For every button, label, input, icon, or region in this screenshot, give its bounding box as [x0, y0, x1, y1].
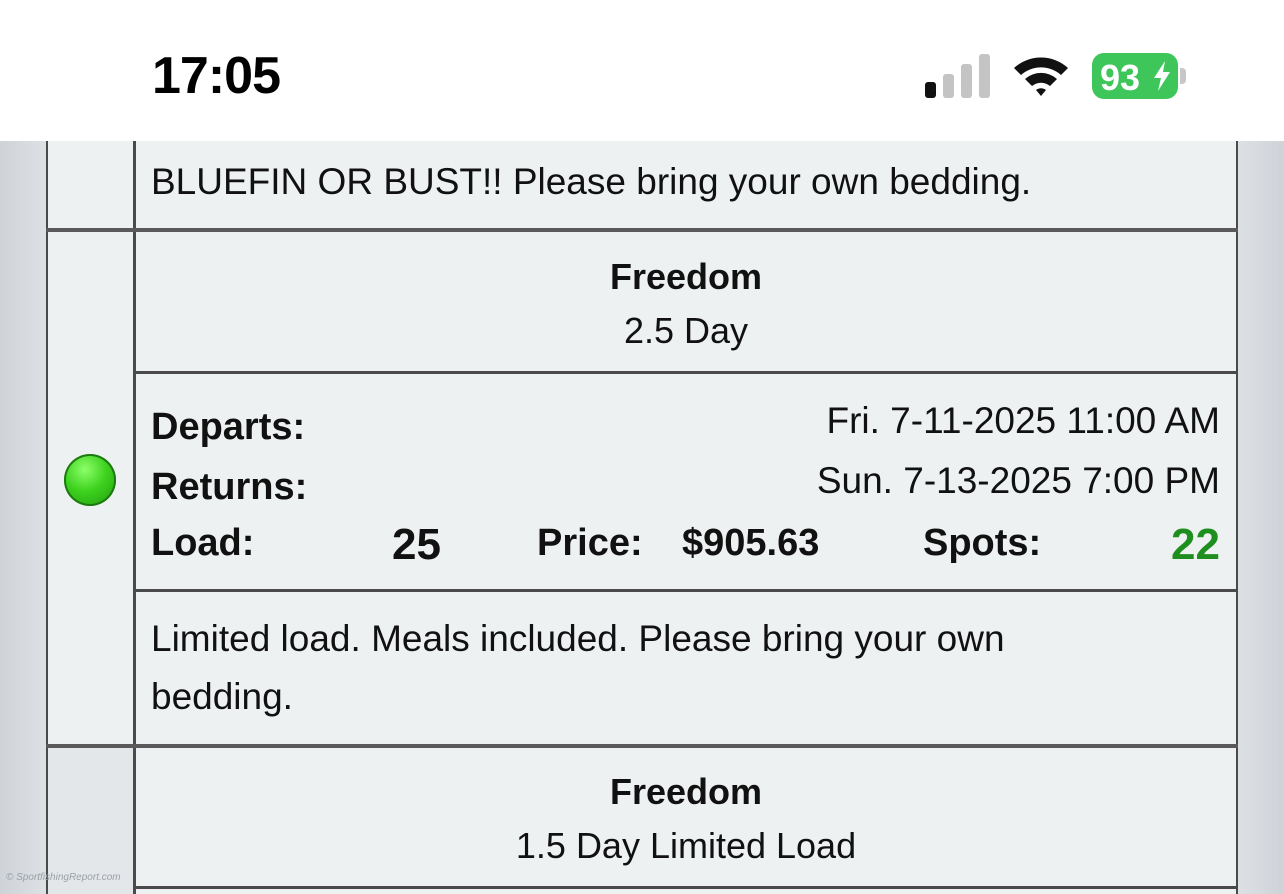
previous-trip-note-cell: BLUEFIN OR BUST!! Please bring your own …	[136, 141, 1236, 229]
battery-cap	[1180, 68, 1186, 84]
trip-table: BLUEFIN OR BUST!! Please bring your own …	[46, 141, 1238, 894]
next-boat-name: Freedom	[609, 771, 763, 812]
price-value: $905.63	[682, 522, 820, 564]
price-label: Price:	[537, 522, 643, 564]
row-divider	[46, 228, 1238, 232]
returns-value: Sun. 7-13-2025 7:00 PM	[816, 460, 1220, 501]
next-trip-type: 1.5 Day Limited Load	[515, 825, 857, 866]
battery-charging-icon: 93	[1092, 53, 1178, 99]
bolt-icon	[1154, 61, 1170, 91]
row-divider	[134, 886, 1238, 889]
trip-details-cell: Departs: Fri. 7-11-2025 11:00 AM Returns…	[136, 374, 1236, 589]
status-bar: 17:05 93	[0, 0, 1284, 141]
previous-trip-note: BLUEFIN OR BUST!! Please bring your own …	[151, 161, 1032, 202]
load-value: 25	[392, 520, 441, 569]
boat-name: Freedom	[609, 256, 763, 297]
trip-header-cell[interactable]: Freedom 2.5 Day	[136, 232, 1236, 371]
trip-note-cell: Limited load. Meals included. Please bri…	[136, 592, 1236, 744]
table-border	[1236, 141, 1238, 894]
row-divider	[134, 589, 1238, 592]
row-divider	[46, 744, 1238, 748]
battery-percent: 93	[1100, 57, 1141, 98]
column-divider	[133, 141, 136, 894]
row-divider	[134, 371, 1238, 374]
clock: 17:05	[152, 47, 281, 105]
watermark: © SportfishingReport.com	[6, 872, 121, 883]
next-trip-header-cell[interactable]: Freedom 1.5 Day Limited Load	[136, 747, 1236, 894]
trip-note: Limited load. Meals included. Please bri…	[151, 618, 1005, 717]
table-border	[46, 141, 48, 894]
green-status-dot-icon	[64, 454, 116, 506]
returns-label: Returns:	[151, 466, 308, 508]
wifi-icon	[1014, 57, 1068, 96]
spots-label: Spots:	[923, 522, 1042, 564]
load-label: Load:	[151, 522, 255, 564]
status-cell	[46, 141, 134, 229]
spots-value: 22	[1171, 520, 1220, 569]
departs-value: Fri. 7-11-2025 11:00 AM	[826, 400, 1220, 441]
trip-type: 2.5 Day	[623, 310, 749, 351]
departs-label: Departs:	[151, 406, 306, 448]
signal-icon	[925, 54, 991, 98]
